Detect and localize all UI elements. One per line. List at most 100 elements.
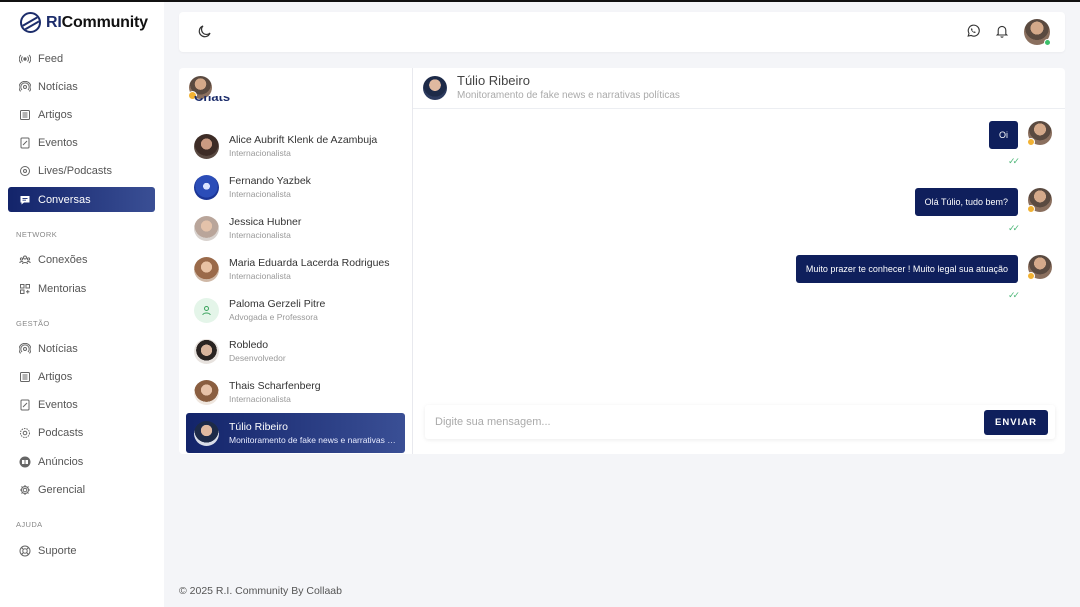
contact-role: Advogada e Professora: [229, 311, 318, 322]
sidebar-item-label: Conexões: [38, 253, 88, 266]
people-icon: [19, 254, 31, 266]
conversation-subtitle: Monitoramento de fake news e narrativas …: [457, 90, 680, 101]
sidebar-item-eventos[interactable]: Eventos: [8, 130, 155, 155]
sidebar-item-label: Conversas: [38, 193, 91, 206]
sidebar-item-label: Eventos: [38, 136, 78, 149]
gear-icon: [19, 484, 31, 496]
badge-icon: [1027, 272, 1035, 280]
sidebar-item-gestao-podcasts[interactable]: Podcasts: [8, 420, 155, 445]
document-lines-icon: [19, 371, 31, 383]
contact-avatar: [194, 174, 219, 200]
double-check-icon: ✓✓: [1008, 290, 1020, 300]
badge-icon: [1027, 138, 1035, 146]
contact-role: Internacionalista: [229, 229, 291, 240]
conversation-name: Túlio Ribeiro: [457, 73, 530, 88]
sidebar-item-label: Notícias: [38, 80, 78, 93]
sidebar-item-label: Lives/Podcasts: [38, 164, 112, 177]
contact-item[interactable]: Fernando Yazbek Internacionalista: [186, 167, 405, 207]
sidebar-item-label: Anúncios: [38, 455, 84, 468]
sidebar-item-lives-podcasts[interactable]: Lives/Podcasts: [8, 158, 155, 183]
contact-avatar: [194, 256, 219, 282]
broadcast-icon: [19, 53, 31, 65]
lifebuoy-icon: [19, 545, 31, 557]
sidebar: RICommunity Feed Notícias Artigos Evento…: [0, 2, 164, 607]
sidebar-item-conexoes[interactable]: Conexões: [8, 247, 155, 272]
message-input[interactable]: [435, 405, 975, 439]
sidebar-item-label: Feed: [38, 52, 64, 65]
contact-item[interactable]: Paloma Gerzeli Pitre Advogada e Professor…: [186, 290, 405, 330]
contact-item[interactable]: Alice Aubrift Klenk de Azambuja Internaci…: [186, 126, 405, 166]
sidebar-item-mentorias[interactable]: Mentorias: [8, 276, 155, 301]
sidebar-item-label: Artigos: [38, 108, 73, 121]
ads-icon: [19, 456, 31, 468]
sidebar-item-feed[interactable]: Feed: [8, 46, 155, 71]
contact-role: Internacionalista: [229, 188, 291, 199]
podcast-icon: [19, 80, 31, 93]
logo-globe-icon: [20, 12, 41, 33]
sidebar-item-label: Suporte: [38, 544, 77, 557]
message-row: Oi: [989, 121, 1052, 149]
whatsapp-icon[interactable]: [966, 24, 980, 38]
footer-copyright: © 2025 R.I. Community By Collaab: [179, 585, 342, 597]
sidebar-item-gestao-anuncios[interactable]: Anúncios: [8, 449, 155, 474]
sidebar-item-gestao-artigos[interactable]: Artigos: [8, 364, 155, 389]
message-row: Muito prazer te conhecer ! Muito legal s…: [795, 255, 1052, 283]
sidebar-item-gestao-noticias[interactable]: Notícias: [8, 336, 155, 361]
sidebar-item-conversas[interactable]: Conversas: [8, 187, 155, 212]
contact-item[interactable]: Jessica Hubner Internacionalista: [186, 208, 405, 248]
conversation-header: Túlio Ribeiro Monitoramento de fake news…: [413, 68, 1065, 109]
contact-item-active[interactable]: Túlio Ribeiro Monitoramento de fake news …: [186, 413, 405, 453]
sender-avatar: [1027, 255, 1052, 280]
contact-role: Monitoramento de fake news e narrativas …: [229, 434, 399, 445]
message-composer: ENVIAR: [425, 405, 1055, 439]
online-status-dot: [1044, 39, 1051, 46]
sidebar-item-gestao-eventos[interactable]: Eventos: [8, 392, 155, 417]
section-label-network: NETWORK: [16, 230, 58, 239]
send-button[interactable]: ENVIAR: [984, 410, 1048, 435]
grid-icon: [19, 283, 31, 295]
sidebar-item-noticias[interactable]: Notícias: [8, 74, 155, 99]
chats-panel: Chats Alice Aubrift Klenk de Azambuja Int…: [179, 68, 413, 454]
contact-avatar: [194, 297, 219, 323]
contact-avatar: [194, 133, 219, 159]
contact-avatar: [194, 338, 219, 364]
badge-icon: [1027, 205, 1035, 213]
contact-avatar: [194, 215, 219, 241]
message-bubble: Muito prazer te conhecer ! Muito legal s…: [795, 255, 1018, 283]
contact-item[interactable]: Maria Eduarda Lacerda Rodrigues Internaci…: [186, 249, 405, 289]
conversation-avatar[interactable]: [423, 76, 447, 100]
contact-item[interactable]: Thais Scharfenberg Internacionalista: [186, 372, 405, 412]
document-lines-icon: [19, 109, 31, 121]
contact-name: Túlio Ribeiro: [229, 420, 288, 433]
sidebar-item-label: Mentorias: [38, 282, 87, 295]
contact-name: Maria Eduarda Lacerda Rodrigues: [229, 256, 390, 269]
double-check-icon: ✓✓: [1008, 223, 1020, 233]
sidebar-item-gestao-gerencial[interactable]: Gerencial: [8, 477, 155, 502]
sidebar-item-artigos[interactable]: Artigos: [8, 102, 155, 127]
double-check-icon: ✓✓: [1008, 156, 1020, 166]
contact-item[interactable]: Robledo Desenvolvedor: [186, 331, 405, 371]
sidebar-item-suporte[interactable]: Suporte: [8, 538, 155, 563]
contact-name: Thais Scharfenberg: [229, 379, 321, 392]
logo[interactable]: RICommunity: [20, 12, 148, 33]
conversation-panel: Túlio Ribeiro Monitoramento de fake news…: [413, 68, 1065, 454]
bell-icon[interactable]: [995, 24, 1009, 38]
sidebar-item-label: Eventos: [38, 398, 78, 411]
user-avatar[interactable]: [1024, 19, 1051, 46]
sender-avatar: [1027, 188, 1052, 213]
sidebar-item-label: Gerencial: [38, 483, 86, 496]
live-icon: [19, 427, 31, 439]
contact-avatar: [194, 420, 219, 446]
contact-name: Paloma Gerzeli Pitre: [229, 297, 326, 310]
chats-title: Chats: [194, 96, 231, 104]
contact-name: Jessica Hubner: [229, 215, 302, 228]
contact-name: Alice Aubrift Klenk de Azambuja: [229, 133, 378, 146]
sidebar-item-label: Artigos: [38, 370, 73, 383]
message-bubble: Olá Túlio, tudo bem?: [914, 188, 1018, 216]
message-row: Olá Túlio, tudo bem?: [914, 188, 1052, 216]
top-header: [179, 12, 1065, 52]
sidebar-item-label: Notícias: [38, 342, 78, 355]
calendar-doc-icon: [19, 399, 31, 411]
chat-bubble-icon: [19, 194, 31, 206]
dark-mode-moon-icon[interactable]: [198, 24, 212, 38]
